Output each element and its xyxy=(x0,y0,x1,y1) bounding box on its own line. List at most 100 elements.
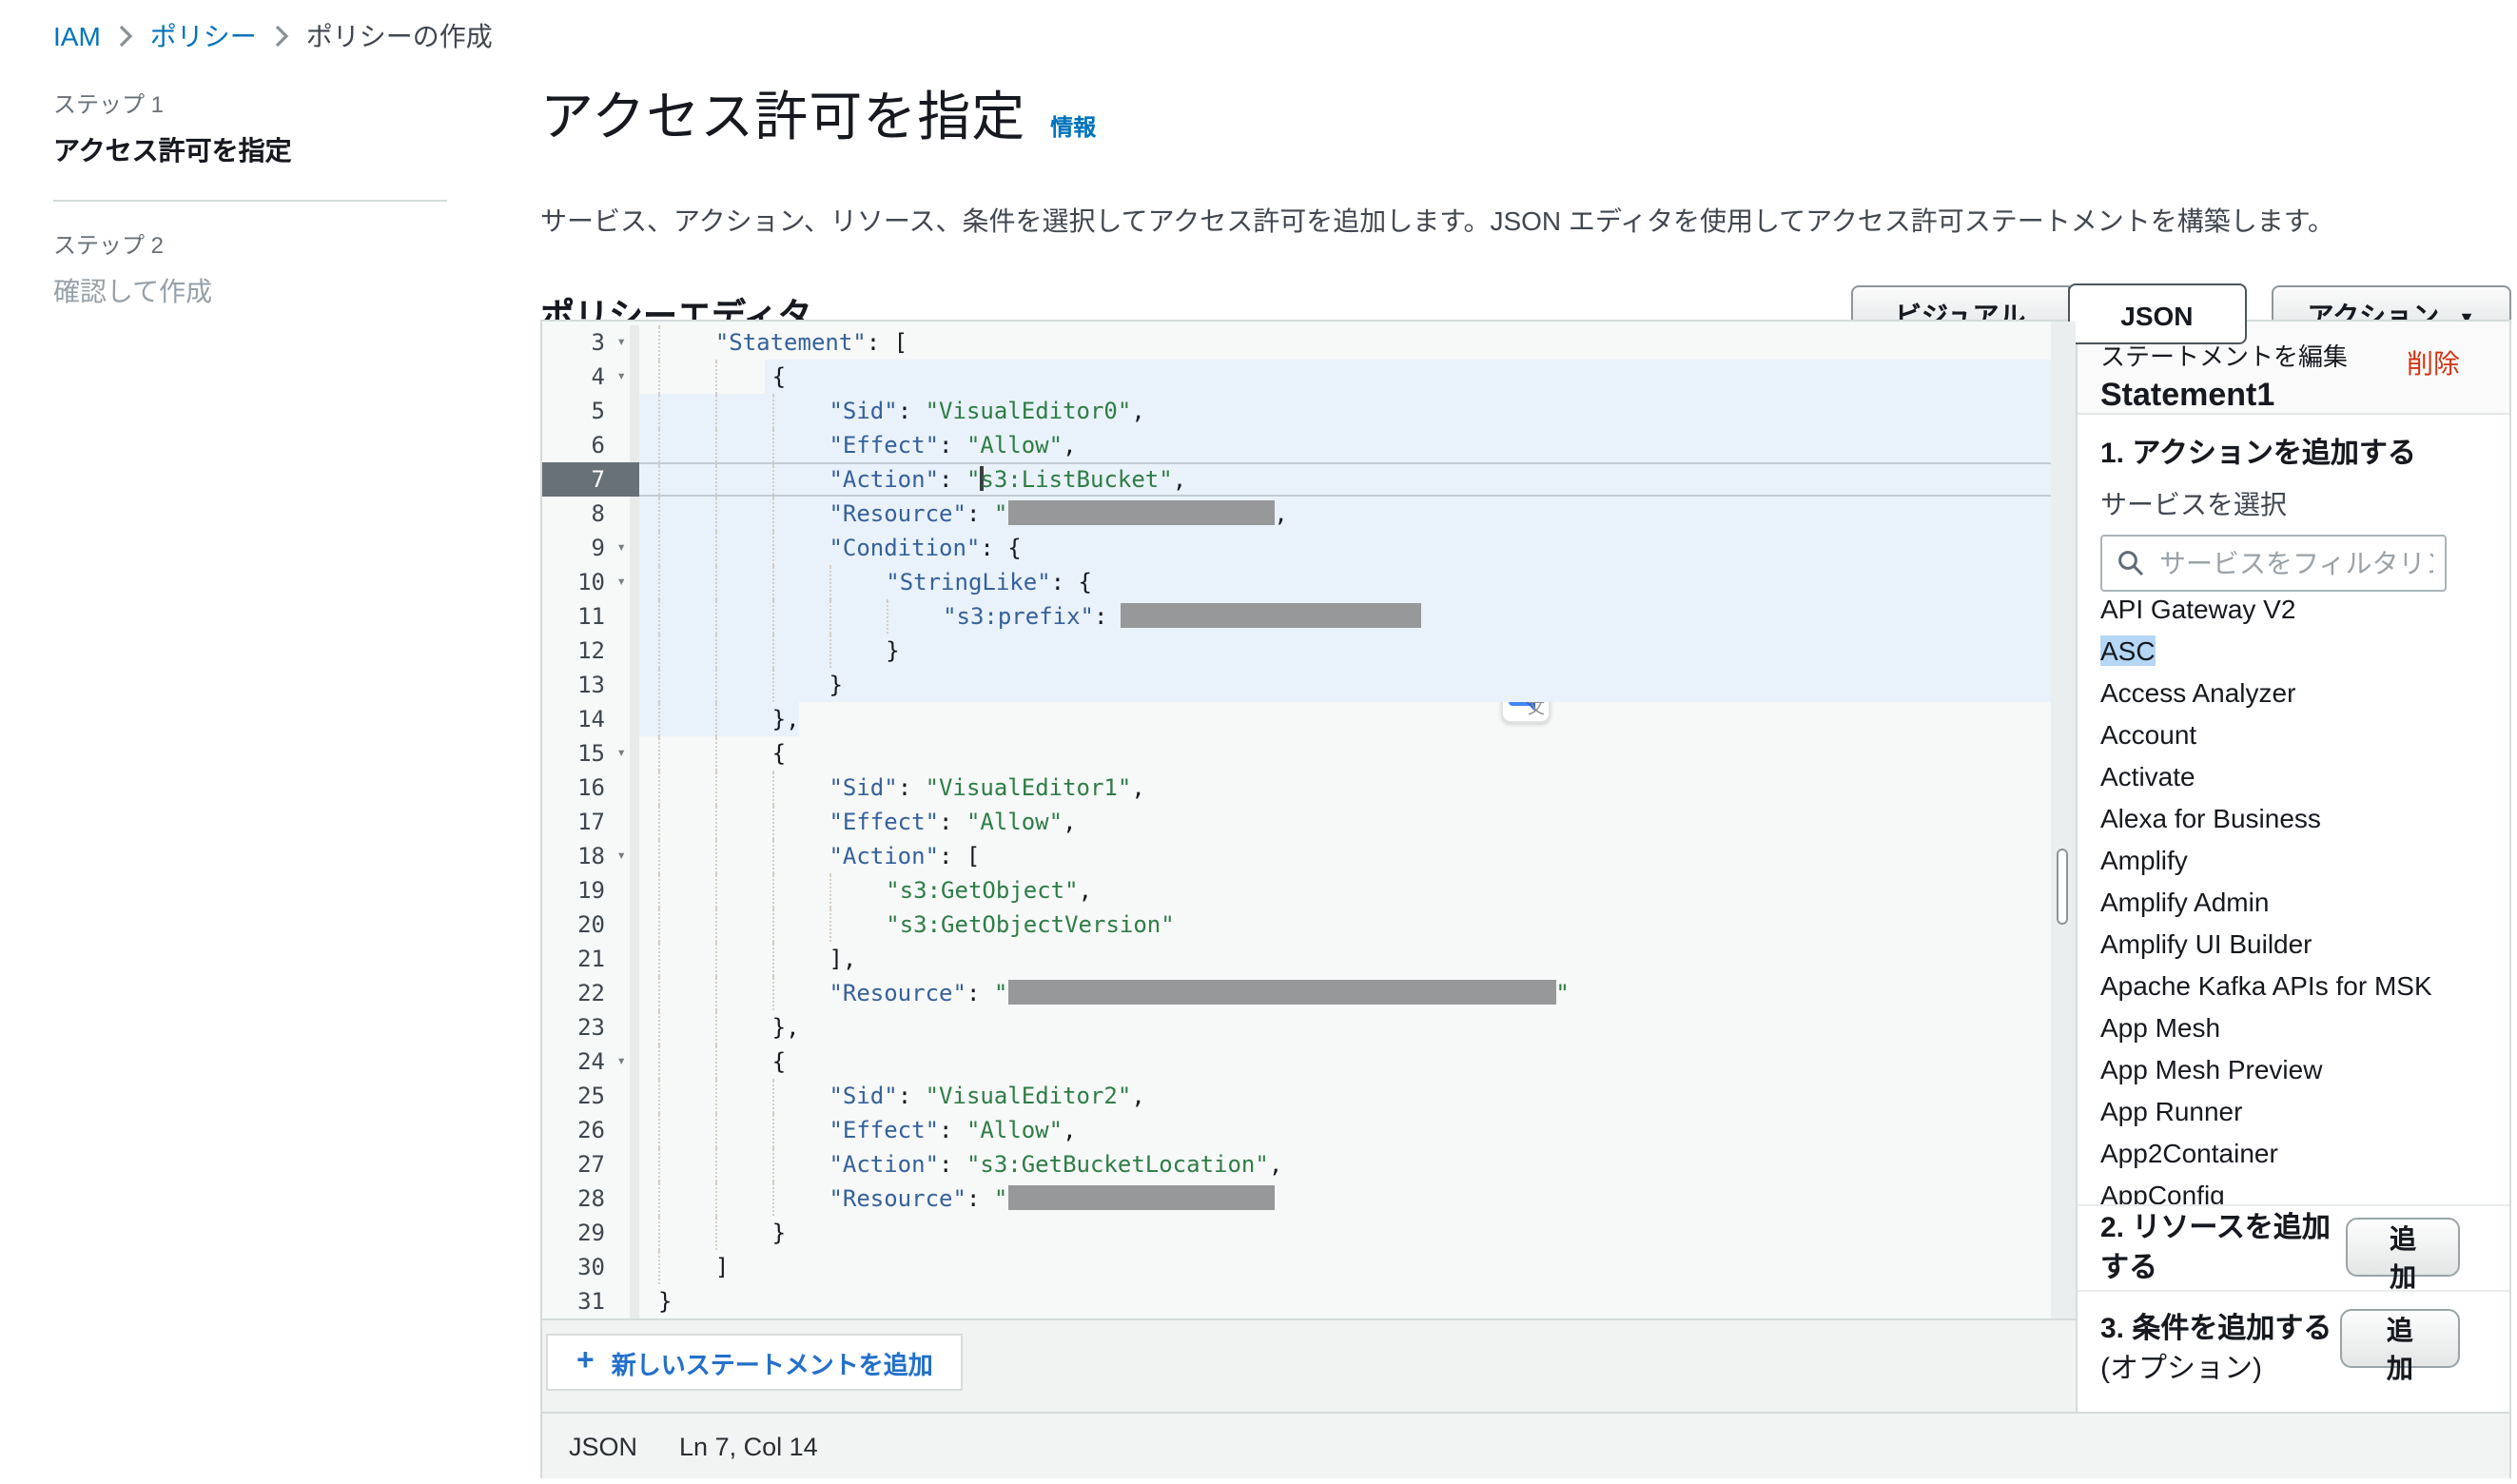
line-number: 20 xyxy=(542,908,630,942)
fold-gutter xyxy=(630,565,639,599)
code-line[interactable]: 12 } xyxy=(542,634,2076,668)
code-line[interactable]: 5 "Sid": "VisualEditor0", xyxy=(542,394,2076,428)
delete-statement-link[interactable]: 削除 xyxy=(2407,344,2460,382)
code-line[interactable]: 4▾ { xyxy=(542,360,2076,394)
add-resource-button[interactable]: 追加 xyxy=(2346,1218,2460,1277)
code-line[interactable]: 28 "Resource": " xyxy=(542,1181,2076,1216)
service-list: API Gateway V2ASCAccess AnalyzerAccountA… xyxy=(2078,599,2509,1205)
editor-scrollbar[interactable] xyxy=(2051,322,2076,1318)
fold-toggle-icon[interactable]: ▾ xyxy=(616,325,626,360)
add-statement-button[interactable]: + 新しいステートメントを追加 xyxy=(546,1334,964,1391)
code-line[interactable]: 13 } xyxy=(542,668,2076,702)
json-code-editor[interactable]: 3▾ "Statement": [4▾ {5 "Sid": "VisualEdi… xyxy=(542,322,2076,1318)
search-icon xyxy=(2117,550,2144,576)
line-number: 7 xyxy=(542,462,630,497)
code-line[interactable]: 31} xyxy=(542,1284,2076,1318)
code-line[interactable]: 14 }, xyxy=(542,702,2076,736)
code-line[interactable]: 18▾ "Action": [ xyxy=(542,839,2076,873)
statement-highlight xyxy=(765,360,2076,394)
select-service-label: サービスを選択 xyxy=(2100,485,2487,523)
service-list-item[interactable]: AppConfig xyxy=(2078,1174,2509,1205)
step1-title[interactable]: アクセス許可を指定 xyxy=(53,131,447,169)
fold-toggle-icon[interactable]: ▾ xyxy=(616,736,626,771)
service-list-item[interactable]: ASC xyxy=(2078,630,2509,672)
code-line[interactable]: 24▾ { xyxy=(542,1045,2076,1079)
code-line[interactable]: 26 "Effect": "Allow", xyxy=(542,1113,2076,1147)
code-line[interactable]: 29 } xyxy=(542,1216,2076,1250)
service-list-item[interactable]: App Mesh Preview xyxy=(2078,1048,2509,1090)
statement-highlight xyxy=(639,668,2076,702)
fold-gutter xyxy=(630,1284,639,1318)
breadcrumb-item: ポリシーの作成 xyxy=(306,17,493,55)
code-line[interactable]: 8 "Resource": ", xyxy=(542,497,2076,531)
info-link[interactable]: 情報 xyxy=(1050,110,1096,143)
line-number: 4▾ xyxy=(542,360,630,394)
breadcrumb-separator-icon xyxy=(118,25,133,48)
service-list-item[interactable]: Activate xyxy=(2078,755,2509,797)
fold-gutter xyxy=(630,771,639,805)
code-line[interactable]: 3▾ "Statement": [ xyxy=(542,325,2076,360)
service-list-item[interactable]: Amplify xyxy=(2078,839,2509,881)
code-line[interactable]: 16 "Sid": "VisualEditor1", xyxy=(542,771,2076,805)
fold-gutter xyxy=(630,360,639,394)
fold-gutter xyxy=(630,908,639,942)
step1-label: ステップ 1 xyxy=(53,88,447,120)
fold-gutter xyxy=(630,462,639,497)
fold-toggle-icon[interactable]: ▾ xyxy=(616,1045,626,1079)
tab-json[interactable]: JSON xyxy=(2067,283,2246,344)
line-number: 19 xyxy=(542,873,630,908)
fold-gutter xyxy=(630,394,639,428)
status-cursor-position: Ln 7, Col 14 xyxy=(679,1432,818,1460)
service-list-item[interactable]: Account xyxy=(2078,713,2509,755)
code-line[interactable]: 7 "Action": "s3:ListBucket", xyxy=(542,462,2076,497)
code-line[interactable]: 6 "Effect": "Allow", xyxy=(542,428,2076,462)
fold-toggle-icon[interactable]: ▾ xyxy=(616,360,626,394)
service-list-item[interactable]: API Gateway V2 xyxy=(2078,599,2509,630)
service-list-item[interactable]: App2Container xyxy=(2078,1132,2509,1174)
line-number: 14 xyxy=(542,702,630,736)
fold-gutter xyxy=(630,873,639,908)
fold-toggle-icon[interactable]: ▾ xyxy=(616,565,626,599)
json-editor-column: 3▾ "Statement": [4▾ {5 "Sid": "VisualEdi… xyxy=(542,322,2078,1412)
code-line[interactable]: 9▾ "Condition": { xyxy=(542,531,2076,565)
code-line[interactable]: 20 "s3:GetObjectVersion" xyxy=(542,908,2076,942)
editor-status-bar: JSON Ln 7, Col 14 xyxy=(542,1412,2509,1478)
add-condition-button[interactable]: 追加 xyxy=(2340,1308,2460,1367)
main-content: アクセス許可を指定 情報 サービス、アクション、リソース、条件を選択してアクセス… xyxy=(540,76,2511,346)
code-line[interactable]: 17 "Effect": "Allow", xyxy=(542,805,2076,839)
service-list-item[interactable]: Alexa for Business xyxy=(2078,797,2509,839)
breadcrumb-item[interactable]: IAM xyxy=(53,21,101,51)
code-line[interactable]: 22 "Resource": "" xyxy=(542,976,2076,1010)
code-line[interactable]: 25 "Sid": "VisualEditor2", xyxy=(542,1079,2076,1113)
code-line[interactable]: 19 "s3:GetObject", xyxy=(542,873,2076,908)
line-number: 5 xyxy=(542,394,630,428)
scrollbar-thumb[interactable] xyxy=(2057,849,2068,925)
line-number: 6 xyxy=(542,428,630,462)
code-line[interactable]: 21 ], xyxy=(542,942,2076,976)
service-filter-input[interactable] xyxy=(2100,535,2447,592)
code-line[interactable]: 30 ] xyxy=(542,1250,2076,1284)
fold-gutter xyxy=(630,1216,639,1250)
service-list-item[interactable]: Amplify Admin xyxy=(2078,881,2509,923)
breadcrumb-item[interactable]: ポリシー xyxy=(150,17,257,55)
code-line[interactable]: 15▾ { xyxy=(542,736,2076,771)
code-line[interactable]: 11 "s3:prefix": xyxy=(542,599,2076,634)
service-list-item[interactable]: Apache Kafka APIs for MSK xyxy=(2078,965,2509,1006)
fold-toggle-icon[interactable]: ▾ xyxy=(616,839,626,873)
line-number: 26 xyxy=(542,1113,630,1147)
line-number: 17 xyxy=(542,805,630,839)
line-number: 9▾ xyxy=(542,531,630,565)
add-resources-section: 2. リソースを追加する 追加 xyxy=(2078,1205,2509,1291)
service-list-item[interactable]: Access Analyzer xyxy=(2078,672,2509,713)
service-list-item[interactable]: App Mesh xyxy=(2078,1006,2509,1048)
code-line[interactable]: 23 }, xyxy=(542,1010,2076,1045)
code-line[interactable]: 10▾ "StringLike": { xyxy=(542,565,2076,599)
fold-gutter xyxy=(630,428,639,462)
page-description: サービス、アクション、リソース、条件を選択してアクセス許可を追加します。JSON… xyxy=(540,202,2511,240)
redacted-value xyxy=(1007,500,1274,525)
service-list-item[interactable]: App Runner xyxy=(2078,1090,2509,1132)
code-line[interactable]: 27 "Action": "s3:GetBucketLocation", xyxy=(542,1147,2076,1181)
service-list-item[interactable]: Amplify UI Builder xyxy=(2078,923,2509,965)
fold-toggle-icon[interactable]: ▾ xyxy=(616,531,626,565)
line-number: 16 xyxy=(542,771,630,805)
